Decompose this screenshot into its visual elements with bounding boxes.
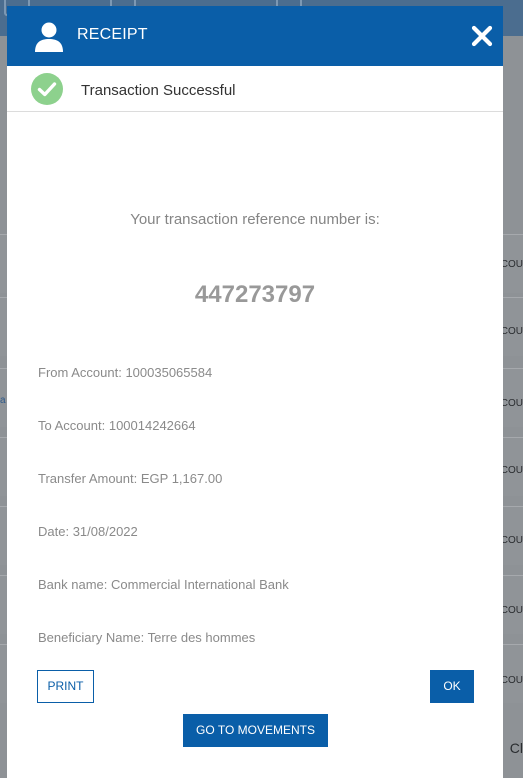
detail-bank-name: Bank name: Commercial International Bank bbox=[38, 577, 289, 592]
detail-value: 31/08/2022 bbox=[72, 524, 138, 539]
detail-value: 100014242664 bbox=[108, 418, 196, 433]
detail-label: Bank name: bbox=[38, 577, 108, 592]
check-circle-icon bbox=[31, 73, 63, 105]
background-text-fragment: Cl bbox=[509, 740, 523, 756]
modal-header: RECEIPT bbox=[7, 6, 503, 66]
detail-to-account: To Account: 100014242664 bbox=[38, 418, 196, 433]
background-row-label: COU bbox=[500, 398, 523, 409]
detail-label: Beneficiary Name: bbox=[38, 630, 145, 645]
detail-value: Commercial International Bank bbox=[111, 577, 289, 592]
detail-value: 100035065584 bbox=[125, 365, 213, 380]
receipt-modal: RECEIPT Transaction Successful Your tran… bbox=[7, 6, 503, 778]
modal-title: RECEIPT bbox=[77, 26, 148, 43]
status-bar: Transaction Successful bbox=[7, 66, 503, 112]
detail-label: To Account: bbox=[38, 418, 106, 433]
detail-from-account: From Account: 100035065584 bbox=[38, 365, 212, 380]
background-row-label: COU bbox=[500, 675, 523, 686]
background-row-label: COU bbox=[500, 465, 523, 476]
print-button[interactable]: PRINT bbox=[37, 670, 94, 703]
close-icon[interactable] bbox=[469, 23, 495, 49]
ok-button[interactable]: OK bbox=[430, 670, 474, 703]
background-link-fragment: a bbox=[0, 395, 6, 406]
detail-transfer-amount: Transfer Amount: EGP 1,167.00 bbox=[38, 471, 222, 486]
reference-number: 447273797 bbox=[194, 281, 316, 308]
go-to-movements-button[interactable]: GO TO MOVEMENTS bbox=[183, 714, 328, 747]
background-row-label: COU bbox=[500, 535, 523, 546]
detail-beneficiary-name: Beneficiary Name: Terre des hommes bbox=[38, 630, 255, 645]
background-row-label: COU bbox=[500, 605, 523, 616]
detail-value: EGP 1,167.00 bbox=[140, 471, 223, 486]
reference-label: Your transaction reference number is: bbox=[130, 211, 380, 228]
detail-label: From Account: bbox=[38, 365, 122, 380]
detail-value: Terre des hommes bbox=[147, 630, 256, 645]
user-icon bbox=[35, 22, 63, 52]
status-text: Transaction Successful bbox=[81, 82, 236, 99]
background-row-label: COU bbox=[500, 259, 523, 270]
page: COU COU COU COU COU COU COU a Cl RECEIPT… bbox=[0, 0, 523, 778]
background-row-label: COU bbox=[500, 326, 523, 337]
detail-label: Date: bbox=[38, 524, 70, 539]
detail-label: Transfer Amount: bbox=[38, 471, 138, 486]
detail-date: Date: 31/08/2022 bbox=[38, 524, 138, 539]
